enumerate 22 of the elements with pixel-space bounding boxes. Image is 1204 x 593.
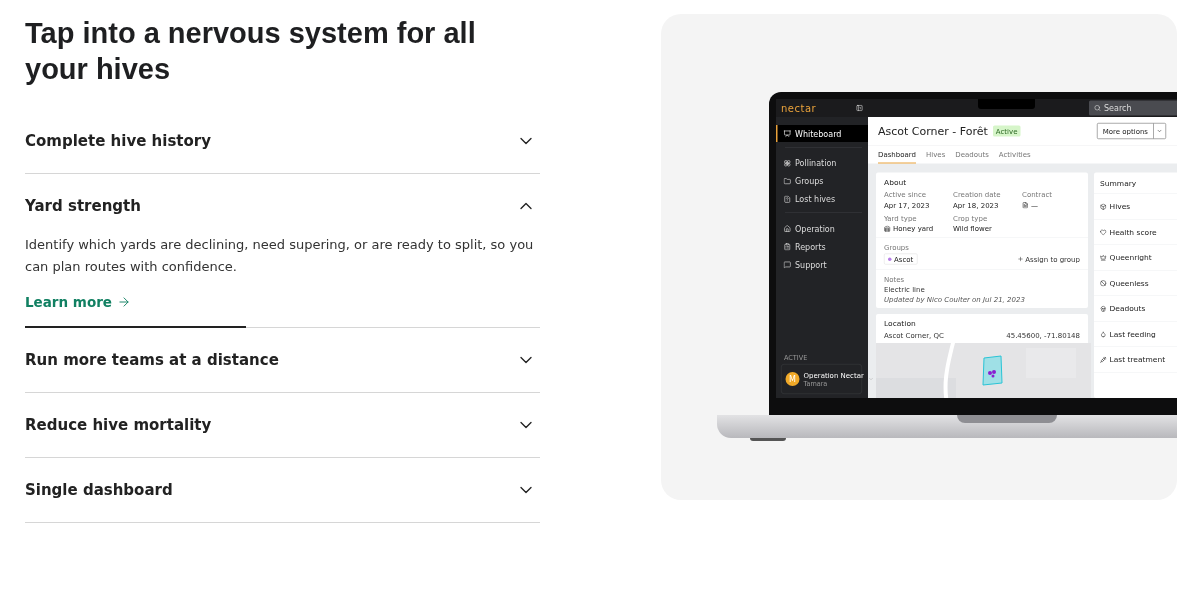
sidebar-item[interactable]: Pollination [776, 154, 868, 172]
sidebar-item[interactable]: Operation [776, 220, 868, 237]
learn-more-link[interactable]: Learn more [25, 294, 131, 310]
arrow-right-icon [117, 295, 131, 309]
avatar: M [785, 372, 800, 386]
camera-notch [978, 99, 1035, 109]
accordion-header[interactable]: Reduce hive mortality [25, 393, 540, 457]
sidebar-item[interactable]: Groups [776, 172, 868, 190]
accordion-header[interactable]: Run more teams at a distance [25, 328, 540, 392]
section-heading: Tap into a nervous system for all your hives [25, 16, 477, 87]
accordion-header[interactable]: Single dashboard [25, 458, 540, 522]
search-field[interactable]: Search [1089, 100, 1177, 116]
sidebar-item[interactable]: Whiteboard [776, 125, 868, 142]
sidebar-item[interactable]: Support [776, 256, 868, 273]
laptop-foot [750, 438, 786, 441]
accordion-text: Identify which yards are declining, need supering, or are ready to split, so you can plan routes with confidence. [25, 236, 535, 276]
accordion-header[interactable]: Yard strength [25, 174, 540, 238]
app-logo: nectar [780, 102, 818, 114]
sidebar-item[interactable]: Reports [776, 238, 868, 255]
page-title: Ascot Corner - Forêt [878, 124, 988, 138]
sidebar-item[interactable]: Lost hives [776, 190, 868, 208]
accordion-header[interactable]: Complete hive history [25, 109, 540, 173]
